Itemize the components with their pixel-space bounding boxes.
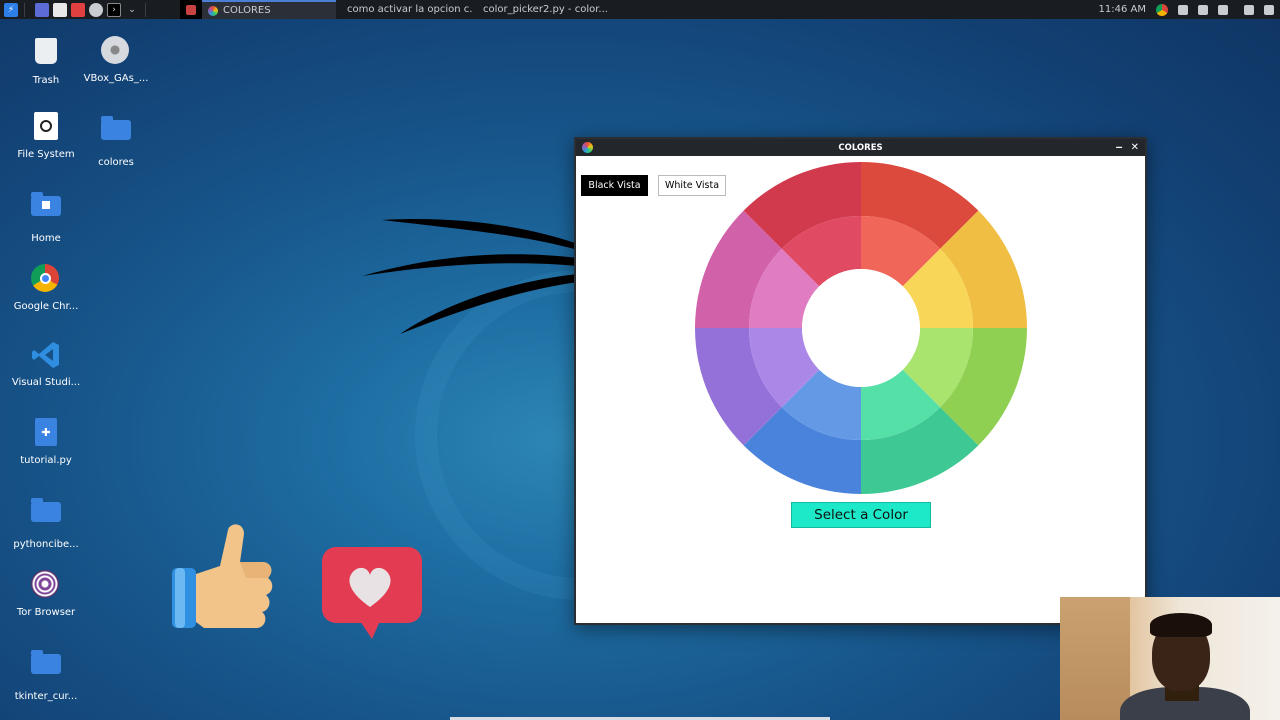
color-wheel[interactable] (694, 161, 1028, 495)
desktop-icon-tutorial[interactable]: ✚ tutorial.py (6, 418, 86, 466)
window-title: COLORES (838, 142, 883, 153)
desktop-icon-label: File System (17, 149, 75, 160)
text-editor-icon[interactable] (71, 2, 85, 17)
desktop-icon-label: Visual Studi... (11, 377, 81, 388)
desktop-icon-tkinter[interactable]: tkinter_cur... (6, 646, 86, 702)
desktop-icon-vscode[interactable]: Visual Studi... (6, 340, 86, 388)
thumbs-up-icon (172, 524, 273, 628)
logout-icon[interactable] (1264, 4, 1274, 15)
desktop-icon-tor[interactable]: Tor Browser (6, 570, 86, 618)
taskbar-preview-app[interactable] (180, 0, 202, 19)
folder-icon (31, 650, 61, 684)
task-label: color_picker2.py - color... (483, 4, 608, 15)
taskbar: ⚡ › ⌄ COLORES como activar la opcion c..… (0, 0, 1280, 19)
desktop-icon-filesystem[interactable]: File System (6, 112, 86, 160)
desktop-icon-label: Trash (32, 75, 60, 86)
task-label: como activar la opcion c... (347, 4, 472, 15)
tor-browser-icon (31, 570, 61, 600)
desktop-icon-home[interactable]: Home (6, 188, 86, 244)
chevron-down-icon[interactable]: ⌄ (125, 3, 139, 17)
workspace-icon[interactable] (35, 2, 49, 17)
file-manager-icon[interactable] (53, 2, 67, 17)
disc-icon (101, 36, 131, 66)
select-color-button[interactable]: Select a Color (791, 502, 931, 528)
desktop-icon-label: tutorial.py (20, 455, 72, 466)
desktop-icon-label: colores (98, 157, 134, 168)
minimize-icon[interactable]: ‒ (1116, 142, 1123, 153)
kali-menu-icon[interactable]: ⚡ (4, 2, 18, 17)
folder-icon (101, 116, 131, 150)
lock-icon[interactable] (1244, 4, 1254, 15)
desktop-icon-label: Google Chr... (13, 301, 79, 312)
close-icon[interactable]: ✕ (1131, 142, 1139, 153)
clock[interactable]: 11:46 AM (1099, 4, 1146, 15)
color-wheel-icon (582, 142, 593, 153)
folder-icon (31, 498, 61, 532)
webcam-overlay (1060, 597, 1280, 720)
browser-icon[interactable] (89, 2, 103, 17)
app-icon (186, 4, 196, 15)
desktop-icon-trash[interactable]: Trash (6, 36, 86, 86)
chrome-icon (31, 264, 61, 294)
desktop-icon-label: Tor Browser (16, 607, 76, 618)
system-tray: 11:46 AM (1099, 0, 1274, 19)
wallpaper-dragon-strokes (362, 219, 578, 334)
volume-icon[interactable] (1178, 4, 1188, 15)
task-label: COLORES (223, 5, 271, 16)
desktop-icon-label: Home (31, 233, 61, 244)
python-file-icon: ✚ (31, 418, 61, 448)
black-vista-button[interactable]: Black Vista (581, 175, 648, 196)
taskbar-task-chrome[interactable]: como activar la opcion c... (336, 0, 472, 19)
colores-window: COLORES ‒ ✕ Black Vista White Vista Sele… (574, 137, 1147, 625)
desktop-icon-label: pythoncibe... (13, 539, 79, 550)
chrome-tray-icon[interactable] (1156, 3, 1168, 16)
home-folder-icon (31, 192, 61, 226)
window-titlebar[interactable]: COLORES ‒ ✕ (576, 139, 1145, 156)
taskbar-task-vscode[interactable]: color_picker2.py - color... (472, 0, 608, 19)
desktop-icon-vbox[interactable]: VBox_GAs_... (76, 36, 156, 84)
desktop-icon-label: tkinter_cur... (14, 691, 78, 702)
desktop-icon-pythoncibe[interactable]: pythoncibe... (6, 494, 86, 550)
desktop-icon-chrome[interactable]: Google Chr... (6, 264, 86, 312)
drive-icon (31, 112, 61, 142)
trash-icon (31, 38, 61, 68)
color-wheel-icon (208, 5, 218, 16)
wheel-center (802, 269, 920, 387)
notification-icon[interactable] (1198, 4, 1208, 15)
heart-reaction-icon (322, 547, 422, 639)
power-icon[interactable] (1218, 4, 1228, 15)
vscode-icon (31, 340, 61, 370)
taskbar-task-colores[interactable]: COLORES (202, 0, 336, 19)
desktop-icon-colores[interactable]: colores (76, 112, 156, 168)
desktop-icon-label: VBox_GAs_... (83, 73, 149, 84)
terminal-icon[interactable]: › (107, 2, 121, 17)
